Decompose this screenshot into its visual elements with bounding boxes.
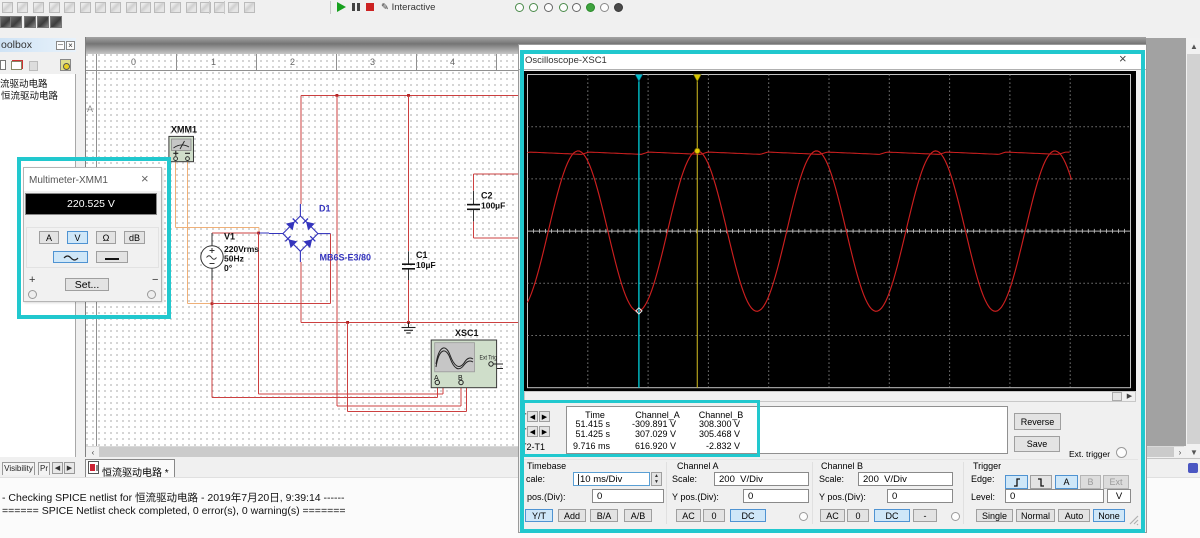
svg-text:Ext Trig: Ext Trig <box>480 355 498 362</box>
svg-text:MB6S-E3/80: MB6S-E3/80 <box>320 253 372 263</box>
svg-text:50Hz: 50Hz <box>224 254 244 264</box>
svg-text:220Vrms: 220Vrms <box>224 244 259 254</box>
svg-text:V1: V1 <box>224 232 235 242</box>
svg-text:100µF: 100µF <box>481 201 505 211</box>
svg-text:C2: C2 <box>481 191 493 201</box>
svg-text:C1: C1 <box>416 250 428 260</box>
svg-text:10µF: 10µF <box>416 260 436 270</box>
svg-text:XMM1: XMM1 <box>171 125 197 135</box>
svg-text:XSC1: XSC1 <box>455 328 479 338</box>
svg-text:D1: D1 <box>319 204 331 214</box>
svg-text:0°: 0° <box>224 263 233 273</box>
